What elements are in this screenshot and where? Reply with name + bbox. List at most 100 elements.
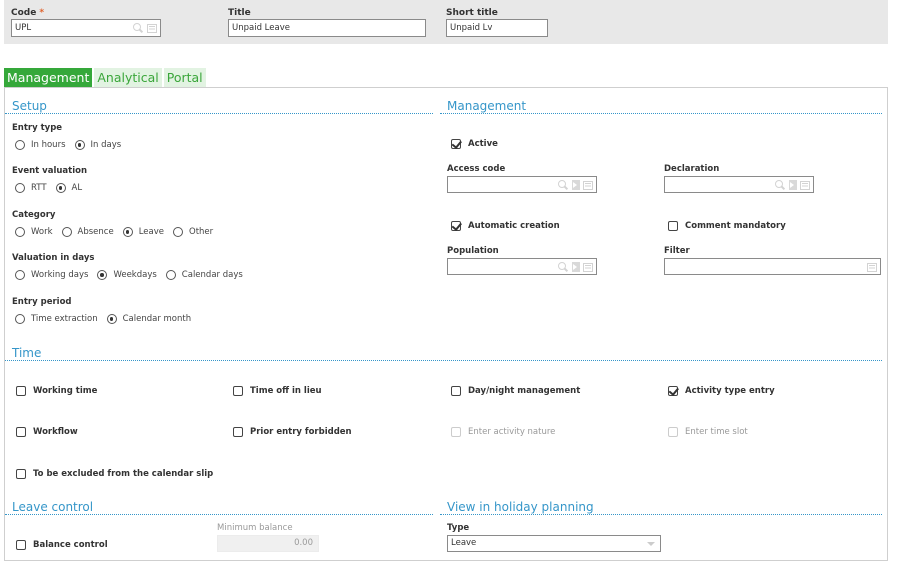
activity-type-entry-checkbox[interactable]: Activity type entry	[668, 385, 775, 397]
checkbox-indicator	[16, 469, 26, 479]
checkbox-indicator	[451, 386, 461, 396]
list-icon[interactable]	[583, 262, 593, 272]
radio-rtt[interactable]: RTT	[15, 183, 47, 193]
tab-bar: Management Analytical Portal	[4, 68, 206, 87]
category-radio-group: Work Absence Leave Other	[15, 226, 222, 238]
search-icon[interactable]	[558, 179, 569, 191]
radio-indicator	[122, 227, 133, 237]
checkbox-indicator	[668, 221, 678, 231]
radio-indicator	[15, 140, 25, 150]
search-icon[interactable]	[133, 22, 144, 34]
checkbox-indicator	[16, 540, 26, 550]
radio-other[interactable]: Other	[173, 227, 213, 237]
radio-indicator	[106, 314, 117, 324]
valuation-in-days-radio-group: Working days Weekdays Calendar days	[15, 269, 252, 281]
declaration-label: Declaration	[664, 164, 720, 174]
filter-label: Filter	[664, 246, 690, 256]
radio-weekdays[interactable]: Weekdays	[97, 270, 157, 280]
radio-calendar-month[interactable]: Calendar month	[106, 314, 191, 324]
entry-type-radio-group: In hours In days	[15, 139, 130, 151]
checkbox-indicator	[451, 139, 461, 149]
short-title-label: Short title	[446, 8, 498, 18]
navigate-icon[interactable]	[572, 262, 580, 272]
enter-activity-nature-checkbox: Enter activity nature	[451, 426, 555, 438]
tab-analytical[interactable]: Analytical	[94, 68, 162, 87]
management-section-title: Management	[440, 98, 882, 114]
radio-leave[interactable]: Leave	[122, 227, 164, 237]
radio-in-days[interactable]: In days	[74, 140, 121, 150]
entry-period-radio-group: Time extraction Calendar month	[15, 313, 200, 325]
checkbox-indicator	[16, 386, 26, 396]
navigate-icon[interactable]	[789, 180, 797, 190]
automatic-creation-checkbox[interactable]: Automatic creation	[451, 220, 560, 232]
tab-portal[interactable]: Portal	[163, 68, 206, 87]
header-bar: Code * UPL Title Unpaid Leave Short title…	[4, 0, 888, 44]
minimum-balance-label: Minimum balance	[217, 523, 293, 533]
category-label: Category	[12, 210, 56, 220]
valuation-in-days-label: Valuation in days	[12, 253, 95, 263]
code-input[interactable]: UPL	[11, 19, 161, 37]
radio-calendar-days[interactable]: Calendar days	[165, 270, 243, 280]
checkbox-indicator	[233, 427, 243, 437]
short-title-field-group: Short title Unpaid Lv	[446, 7, 548, 37]
checkbox-indicator	[668, 386, 678, 396]
radio-indicator	[15, 270, 25, 280]
checkbox-indicator	[668, 427, 678, 437]
chevron-down-icon[interactable]	[647, 542, 655, 546]
radio-indicator	[15, 314, 25, 324]
checkbox-indicator	[451, 427, 461, 437]
minimum-balance-input: 0.00	[217, 535, 319, 552]
comment-mandatory-checkbox[interactable]: Comment mandatory	[668, 220, 786, 232]
radio-indicator	[55, 183, 66, 193]
radio-indicator	[61, 227, 72, 237]
leave-control-section-title: Leave control	[5, 499, 433, 515]
setup-section-title: Setup	[5, 98, 433, 114]
exclude-calendar-slip-checkbox[interactable]: To be excluded from the calendar slip	[16, 468, 213, 480]
workflow-checkbox[interactable]: Workflow	[16, 426, 78, 438]
type-label: Type	[447, 523, 470, 533]
tab-management[interactable]: Management	[4, 68, 93, 87]
navigate-icon[interactable]	[572, 180, 580, 190]
day-night-management-checkbox[interactable]: Day/night management	[451, 385, 580, 397]
list-icon[interactable]	[147, 23, 157, 33]
list-icon[interactable]	[800, 180, 810, 190]
event-valuation-radio-group: RTT AL	[15, 182, 91, 194]
declaration-input[interactable]	[664, 176, 814, 193]
radio-working-days[interactable]: Working days	[15, 270, 88, 280]
radio-work[interactable]: Work	[15, 227, 53, 237]
title-input[interactable]: Unpaid Leave	[228, 19, 426, 37]
access-code-label: Access code	[447, 164, 506, 174]
population-input[interactable]	[447, 258, 597, 275]
list-icon[interactable]	[867, 262, 877, 272]
population-label: Population	[447, 246, 499, 256]
radio-indicator	[97, 270, 108, 280]
event-valuation-label: Event valuation	[12, 166, 88, 176]
radio-indicator	[165, 270, 176, 280]
time-off-in-lieu-checkbox[interactable]: Time off in lieu	[233, 385, 322, 397]
title-label: Title	[228, 8, 251, 18]
type-select[interactable]: Leave	[447, 535, 661, 552]
entry-type-label: Entry type	[12, 123, 63, 133]
short-title-input[interactable]: Unpaid Lv	[446, 19, 548, 37]
radio-absence[interactable]: Absence	[61, 227, 114, 237]
code-label: Code *	[11, 8, 45, 18]
radio-indicator	[173, 227, 183, 237]
checkbox-indicator	[451, 221, 461, 231]
search-icon[interactable]	[558, 261, 569, 273]
radio-time-extraction[interactable]: Time extraction	[15, 314, 98, 324]
active-checkbox[interactable]: Active	[451, 138, 498, 150]
checkbox-indicator	[233, 386, 243, 396]
radio-indicator	[15, 183, 25, 193]
access-code-input[interactable]	[447, 176, 597, 193]
working-time-checkbox[interactable]: Working time	[16, 385, 97, 397]
checkbox-indicator	[16, 427, 26, 437]
enter-time-slot-checkbox: Enter time slot	[668, 426, 748, 438]
list-icon[interactable]	[583, 180, 593, 190]
filter-input[interactable]	[664, 258, 881, 275]
prior-entry-forbidden-checkbox[interactable]: Prior entry forbidden	[233, 426, 352, 438]
time-section-title: Time	[5, 345, 882, 361]
search-icon[interactable]	[775, 179, 786, 191]
radio-al[interactable]: AL	[55, 183, 82, 193]
radio-in-hours[interactable]: In hours	[15, 140, 66, 150]
balance-control-checkbox[interactable]: Balance control	[16, 539, 108, 551]
